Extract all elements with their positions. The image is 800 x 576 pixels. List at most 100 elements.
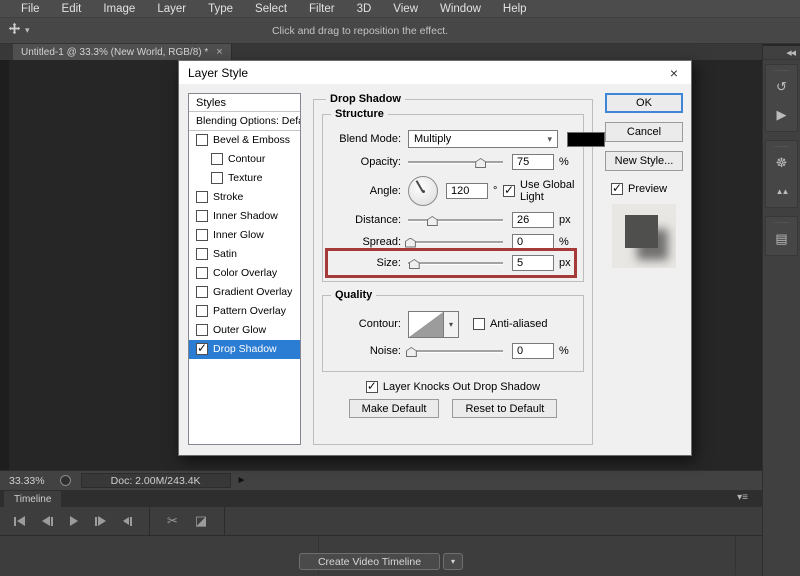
- document-tab[interactable]: Untitled-1 @ 33.3% (New World, RGB/8) * …: [13, 44, 232, 60]
- spread-input[interactable]: 0: [512, 233, 554, 250]
- first-frame-button[interactable]: [14, 515, 25, 527]
- dialog-title-bar[interactable]: Layer Style ×: [179, 61, 691, 84]
- status-options-arrow-icon[interactable]: ►: [237, 475, 247, 486]
- menu-edit[interactable]: Edit: [51, 3, 93, 15]
- shadow-color-swatch[interactable]: [567, 131, 605, 147]
- quality-group: Quality Contour: ▾ Anti-aliased Noise: 0…: [322, 289, 584, 372]
- distance-input[interactable]: 26: [512, 212, 554, 228]
- noise-slider[interactable]: [408, 345, 503, 357]
- preview-checkbox[interactable]: [611, 181, 623, 195]
- distance-slider-thumb[interactable]: [427, 216, 438, 226]
- styles-item-stroke[interactable]: Stroke: [189, 188, 300, 207]
- styles-item-contour[interactable]: Contour: [189, 150, 300, 169]
- play-button[interactable]: [70, 515, 78, 527]
- layer-knocks-out-checkbox[interactable]: [365, 379, 378, 393]
- anti-aliased-checkbox[interactable]: [473, 318, 485, 330]
- panel-grip[interactable]: [774, 217, 789, 223]
- history-panel-icon[interactable]: ↺: [766, 73, 797, 101]
- distance-slider[interactable]: [408, 214, 503, 226]
- spread-slider[interactable]: [408, 236, 503, 248]
- style-checkbox[interactable]: [196, 286, 208, 298]
- transition-icon[interactable]: ◪: [195, 513, 207, 529]
- style-checkbox[interactable]: [196, 191, 208, 203]
- create-video-timeline-button[interactable]: Create Video Timeline: [298, 553, 441, 570]
- ok-button[interactable]: OK: [605, 93, 683, 113]
- opacity-input[interactable]: 75: [512, 154, 554, 170]
- timeline-type-caret-icon[interactable]: ▾: [443, 553, 464, 570]
- styles-list: Styles Blending Options: Default Bevel &…: [188, 93, 301, 445]
- contour-picker[interactable]: [408, 310, 444, 338]
- styles-item-blending-options[interactable]: Blending Options: Default: [189, 112, 300, 131]
- preview-shadow-square: [625, 215, 658, 248]
- style-checkbox[interactable]: [196, 341, 208, 355]
- timeline-panel-menu-icon[interactable]: ▾≡: [737, 492, 748, 503]
- style-checkbox[interactable]: [211, 172, 223, 184]
- menu-3d[interactable]: 3D: [346, 3, 383, 15]
- noise-slider-thumb[interactable]: [406, 347, 417, 357]
- styles-item-drop-shadow[interactable]: Drop Shadow: [189, 340, 300, 359]
- split-clip-icon[interactable]: ✂: [167, 513, 178, 529]
- menu-layer[interactable]: Layer: [146, 3, 197, 15]
- opacity-slider-thumb[interactable]: [475, 158, 486, 168]
- styles-item-color-overlay[interactable]: Color Overlay: [189, 264, 300, 283]
- menu-file[interactable]: File: [10, 3, 51, 15]
- opacity-slider[interactable]: [408, 156, 503, 168]
- histogram-panel-icon[interactable]: ▲▲: [766, 177, 797, 205]
- styles-item-bevel-emboss[interactable]: Bevel & Emboss: [189, 131, 300, 150]
- new-style-button[interactable]: New Style...: [605, 151, 683, 171]
- styles-item-satin[interactable]: Satin: [189, 245, 300, 264]
- menu-help[interactable]: Help: [492, 3, 538, 15]
- style-checkbox[interactable]: [196, 324, 208, 336]
- noise-input[interactable]: 0: [512, 343, 554, 359]
- dialog-title: Layer Style: [188, 65, 249, 80]
- mute-audio-button[interactable]: [123, 515, 132, 527]
- styles-item-inner-shadow[interactable]: Inner Shadow: [189, 207, 300, 226]
- timeline-tab[interactable]: Timeline: [4, 491, 62, 507]
- dialog-close-icon[interactable]: ×: [657, 61, 691, 84]
- angle-input[interactable]: 120: [446, 183, 488, 199]
- menu-select[interactable]: Select: [244, 3, 298, 15]
- styles-item-texture[interactable]: Texture: [189, 169, 300, 188]
- style-checkbox[interactable]: [196, 305, 208, 317]
- menu-type[interactable]: Type: [197, 3, 244, 15]
- style-checkbox[interactable]: [196, 248, 208, 260]
- styles-item-inner-glow[interactable]: Inner Glow: [189, 226, 300, 245]
- dialog-actions: OK Cancel New Style... Preview: [605, 93, 683, 445]
- size-input[interactable]: 5: [512, 255, 554, 271]
- zoom-level[interactable]: 33.33%: [0, 475, 54, 487]
- angle-dial[interactable]: [408, 176, 438, 206]
- actions-panel-icon[interactable]: ▶: [766, 101, 797, 129]
- make-default-button[interactable]: Make Default: [348, 399, 440, 418]
- panel-grip[interactable]: [774, 65, 789, 71]
- properties-panel-icon[interactable]: ▤: [766, 225, 797, 253]
- size-slider-thumb[interactable]: [409, 259, 420, 269]
- reset-to-default-button[interactable]: Reset to Default: [452, 399, 558, 418]
- expand-panels-icon[interactable]: ◀◀: [763, 46, 800, 60]
- styles-item-gradient-overlay[interactable]: Gradient Overlay: [189, 283, 300, 302]
- styles-item-outer-glow[interactable]: Outer Glow: [189, 321, 300, 340]
- photoshop-window: File Edit Image Layer Type Select Filter 3D View…: [0, 0, 800, 576]
- adjustments-panel-icon[interactable]: ☸: [766, 149, 797, 177]
- size-slider[interactable]: [408, 257, 503, 269]
- styles-item-pattern-overlay[interactable]: Pattern Overlay: [189, 302, 300, 321]
- document-tab-bar: Untitled-1 @ 33.3% (New World, RGB/8) * …: [0, 44, 762, 60]
- menu-view[interactable]: View: [382, 3, 429, 15]
- style-checkbox[interactable]: [196, 134, 208, 146]
- menu-window[interactable]: Window: [429, 3, 492, 15]
- panel-grip[interactable]: [774, 141, 789, 147]
- next-frame-button[interactable]: [95, 515, 106, 527]
- style-checkbox[interactable]: [196, 267, 208, 279]
- menu-filter[interactable]: Filter: [298, 3, 346, 15]
- menu-image[interactable]: Image: [92, 3, 146, 15]
- structure-group-label: Structure: [331, 108, 388, 120]
- contour-caret-icon[interactable]: ▾: [444, 310, 459, 338]
- document-tab-close-icon[interactable]: ×: [216, 46, 222, 58]
- previous-frame-button[interactable]: [42, 515, 53, 527]
- use-global-light-checkbox[interactable]: [503, 183, 515, 197]
- blend-mode-select[interactable]: Multiply ▾: [408, 130, 558, 148]
- style-checkbox[interactable]: [196, 210, 208, 222]
- cancel-button[interactable]: Cancel: [605, 122, 683, 142]
- style-checkbox[interactable]: [196, 229, 208, 241]
- style-checkbox[interactable]: [211, 153, 223, 165]
- spread-slider-thumb[interactable]: [405, 238, 416, 248]
